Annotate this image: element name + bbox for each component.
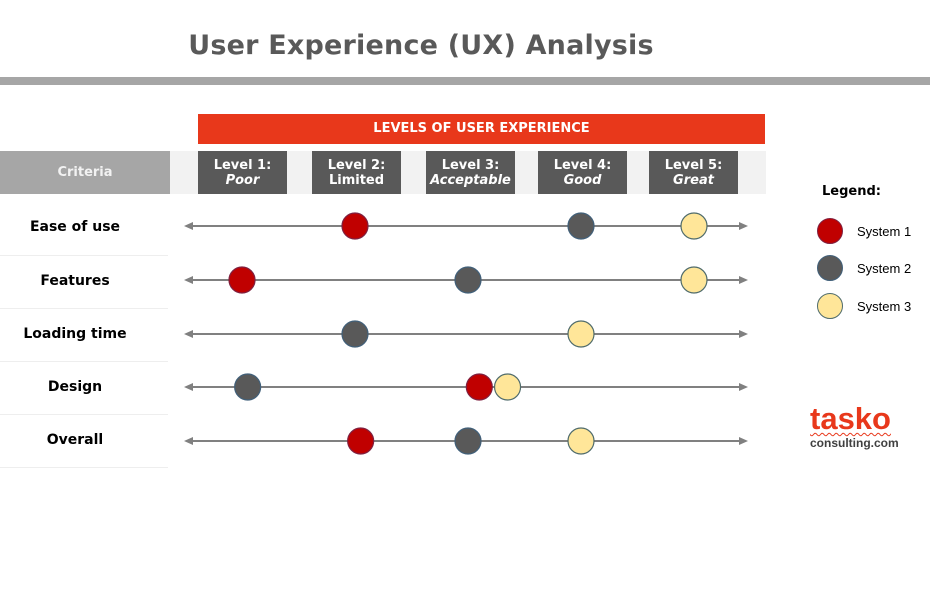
arrow-right-icon	[739, 383, 748, 391]
arrow-right-icon	[739, 222, 748, 230]
dot-system-2-design	[234, 373, 262, 401]
legend-item-system-2: System 2	[817, 255, 911, 281]
dot-system-2-ease-of-use	[567, 212, 595, 240]
legend-item-system-1: System 1	[817, 218, 911, 244]
arrow-left-icon	[184, 222, 193, 230]
arrow-left-icon	[184, 437, 193, 445]
legend-label: System 3	[857, 298, 912, 314]
arrow-left-icon	[184, 276, 193, 284]
dot-system-3-loading-time	[567, 320, 595, 348]
dot-system-3-design	[493, 373, 522, 401]
logo-wordmark: tasko	[810, 401, 891, 436]
legend-label: System 1	[857, 223, 912, 239]
arrow-right-icon	[739, 276, 748, 284]
system-2-swatch	[817, 255, 843, 281]
logo-domain: consulting.com	[810, 436, 899, 450]
dot-system-1-features	[228, 266, 256, 294]
ux-rating-chart	[184, 212, 748, 455]
dot-system-1-overall	[347, 427, 375, 455]
dot-system-1-design	[465, 373, 493, 401]
dot-system-1-ease-of-use	[341, 212, 369, 240]
arrow-right-icon	[739, 330, 748, 338]
dot-system-2-features	[454, 266, 482, 294]
dot-system-3-overall	[567, 427, 595, 455]
legend-title: Legend:	[822, 184, 881, 199]
tasko-logo: tasko consulting.com	[810, 401, 899, 450]
system-1-swatch	[817, 218, 843, 244]
arrow-right-icon	[739, 437, 748, 445]
arrow-left-icon	[184, 330, 193, 338]
arrow-left-icon	[184, 383, 193, 391]
dot-system-3-features	[680, 266, 708, 294]
dot-system-2-overall	[454, 427, 482, 455]
dot-system-2-loading-time	[341, 320, 369, 348]
dot-system-3-ease-of-use	[680, 212, 708, 240]
system-3-swatch	[817, 293, 843, 319]
legend-item-system-3: System 3	[817, 293, 911, 319]
legend-label: System 2	[857, 260, 912, 276]
